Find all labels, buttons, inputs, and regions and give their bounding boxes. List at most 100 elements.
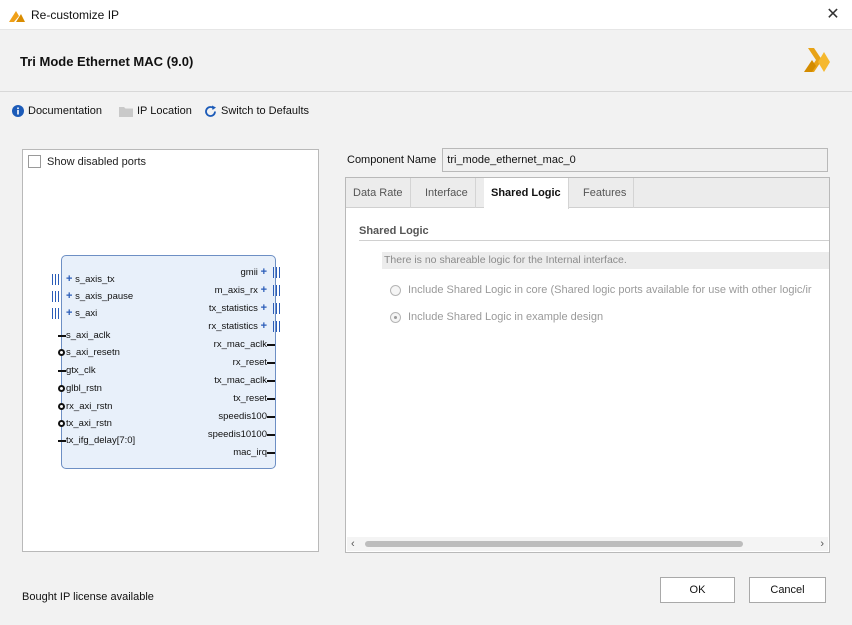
scroll-thumb[interactable] <box>365 541 743 547</box>
pin-line <box>267 362 275 364</box>
port-right: rx_mac_aclk <box>213 338 275 351</box>
bus-icon <box>52 274 60 285</box>
toolbar: Documentation IP Location Switch to Defa… <box>0 92 852 128</box>
pin-line <box>267 380 275 382</box>
pin-line <box>267 434 275 436</box>
tab-features[interactable]: Features <box>576 178 635 208</box>
ip-location-link[interactable]: IP Location <box>119 103 192 119</box>
port-label: speedis100 <box>218 411 267 422</box>
port-label: glbl_rstn <box>66 383 102 394</box>
port-left: tx_axi_rstn <box>58 417 112 430</box>
port-left: + s_axis_pause <box>52 290 133 303</box>
ip-location-label: IP Location <box>137 105 192 117</box>
switch-to-defaults-link[interactable]: Switch to Defaults <box>204 103 309 119</box>
component-name-label: Component Name <box>347 154 437 166</box>
tab-shared-logic[interactable]: Shared Logic <box>484 178 569 209</box>
port-right: rx_reset <box>232 356 275 369</box>
active-low-pin-icon <box>58 385 65 392</box>
pin-line <box>267 398 275 400</box>
expand-plus-icon[interactable]: + <box>66 307 72 319</box>
expand-plus-icon[interactable]: + <box>66 273 72 285</box>
expand-plus-icon[interactable]: + <box>261 302 267 314</box>
shared-logic-heading: Shared Logic <box>359 225 429 237</box>
radio-label: Include Shared Logic in core (Shared log… <box>408 284 812 296</box>
port-right: mac_irq <box>233 446 275 459</box>
info-icon <box>12 105 24 117</box>
port-right: speedis100 <box>218 410 275 423</box>
radio-shared-logic-core[interactable]: Include Shared Logic in core (Shared log… <box>390 284 812 296</box>
show-disabled-ports-label: Show disabled ports <box>47 155 147 168</box>
active-low-pin-icon <box>58 349 65 356</box>
window-title: Re-customize IP <box>31 8 120 22</box>
window-titlebar: Re-customize IP ✕ <box>0 0 852 30</box>
radio-button-selected[interactable] <box>390 311 401 323</box>
pin-line <box>58 370 66 372</box>
bus-icon <box>273 267 281 278</box>
bus-icon <box>273 303 281 314</box>
port-label: rx_axi_rstn <box>66 401 113 412</box>
license-status: Bought IP license available <box>22 591 154 603</box>
documentation-label: Documentation <box>28 105 102 117</box>
bus-icon <box>273 285 281 296</box>
port-right: tx_reset <box>233 392 275 405</box>
radio-button[interactable] <box>390 284 401 296</box>
port-label: tx_axi_rstn <box>66 418 112 429</box>
tab-bar: Data Rate Interface Shared Logic Feature… <box>346 178 829 209</box>
port-right: tx_mac_aclk <box>214 374 275 387</box>
port-right: speedis10100 <box>207 428 275 441</box>
radio-shared-logic-example[interactable]: Include Shared Logic in example design <box>390 311 603 323</box>
content-area: Show disabled ports + s_axis_tx + s_axis… <box>0 128 852 570</box>
close-button[interactable]: ✕ <box>822 4 844 26</box>
ip-symbol-block[interactable]: + s_axis_tx + s_axis_pause + s_axi s_axi… <box>52 255 281 469</box>
expand-plus-icon[interactable]: + <box>261 266 267 278</box>
shared-logic-info: There is no shareable logic for the Inte… <box>382 252 829 269</box>
tab-data-rate[interactable]: Data Rate <box>346 178 411 208</box>
refresh-icon <box>205 105 216 117</box>
ip-header: Tri Mode Ethernet MAC (9.0) <box>0 30 852 92</box>
pin-line <box>58 440 66 442</box>
component-name-row: Component Name <box>347 148 828 172</box>
port-left: gtx_clk <box>58 364 96 377</box>
ok-button[interactable]: OK <box>660 577 735 603</box>
pin-line <box>58 335 66 337</box>
section-divider <box>359 240 829 241</box>
port-label: tx_statistics <box>208 303 258 314</box>
component-name-input[interactable] <box>442 148 828 172</box>
port-left: rx_axi_rstn <box>58 400 113 413</box>
pin-line <box>267 344 275 346</box>
cancel-button[interactable]: Cancel <box>749 577 826 603</box>
port-label: speedis10100 <box>207 429 267 440</box>
expand-plus-icon[interactable]: + <box>261 320 267 332</box>
port-label: rx_statistics <box>208 321 258 332</box>
switch-to-defaults-label: Switch to Defaults <box>221 105 310 117</box>
scroll-left-arrow-icon[interactable]: ‹ <box>351 537 355 551</box>
expand-plus-icon[interactable]: + <box>261 284 267 296</box>
horizontal-scrollbar[interactable]: ‹ › <box>347 537 828 551</box>
expand-plus-icon[interactable]: + <box>66 290 72 302</box>
port-label: s_axi_resetn <box>66 347 120 358</box>
show-disabled-ports-toggle[interactable]: Show disabled ports <box>28 155 146 168</box>
port-right: gmii + <box>241 266 281 279</box>
tab-interface[interactable]: Interface <box>418 178 476 208</box>
pin-line <box>267 416 275 418</box>
port-left: + s_axis_tx <box>52 273 115 286</box>
folder-icon <box>119 106 133 117</box>
radio-label: Include Shared Logic in example design <box>408 311 604 323</box>
scroll-right-arrow-icon[interactable]: › <box>820 537 824 551</box>
port-left: glbl_rstn <box>58 382 102 395</box>
port-label: s_axi <box>75 308 98 319</box>
port-right: m_axis_rx + <box>214 284 281 297</box>
port-label: rx_mac_aclk <box>213 339 267 350</box>
port-label: tx_ifg_delay[7:0] <box>66 435 136 446</box>
bus-icon <box>52 308 60 319</box>
port-label: tx_mac_aclk <box>214 375 267 386</box>
active-low-pin-icon <box>58 420 65 427</box>
port-label: m_axis_rx <box>214 285 258 296</box>
pin-line <box>267 452 275 454</box>
port-label: rx_reset <box>232 357 267 368</box>
show-disabled-ports-checkbox[interactable] <box>28 155 41 168</box>
port-label: tx_reset <box>233 393 267 404</box>
documentation-link[interactable]: Documentation <box>12 103 102 119</box>
port-left: tx_ifg_delay[7:0] <box>58 434 136 447</box>
port-label: gtx_clk <box>66 365 96 376</box>
